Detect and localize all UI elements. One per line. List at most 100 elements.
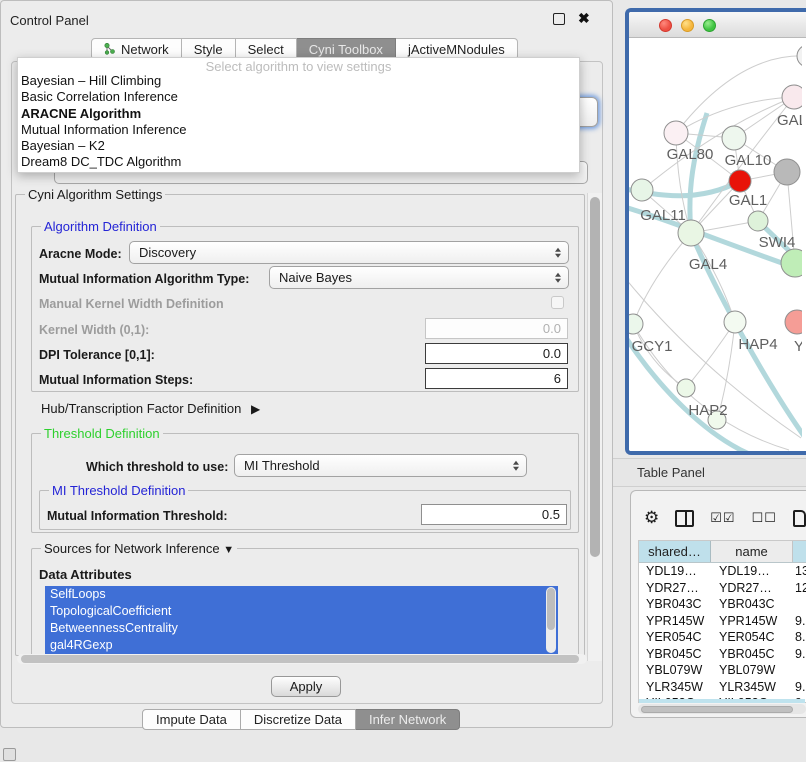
dropdown-item[interactable]: Basic Correlation Inference bbox=[18, 89, 579, 105]
table-toolbar: ⚙ ☑☑ ☐☐ bbox=[644, 506, 806, 530]
table-row[interactable]: YDL19…YDL19…13 bbox=[639, 563, 806, 580]
manual-kernel-width-label: Manual Kernel Width Definition bbox=[39, 297, 224, 311]
node-label: GCY1 bbox=[632, 338, 673, 355]
split-columns-icon[interactable] bbox=[675, 510, 694, 527]
node-label: SWI4 bbox=[759, 234, 796, 251]
column-header-name[interactable]: name bbox=[711, 541, 793, 562]
list-item[interactable]: gal4RGexp bbox=[45, 637, 558, 654]
manual-kernel-width-checkbox[interactable] bbox=[551, 296, 564, 309]
table-row[interactable]: YBL079WYBL079W bbox=[639, 662, 806, 679]
node-gal80[interactable] bbox=[664, 121, 688, 145]
list-item[interactable]: SelfLoops bbox=[45, 586, 558, 603]
zoom-window-icon[interactable] bbox=[703, 19, 716, 32]
node-hap4[interactable] bbox=[724, 311, 746, 333]
mi-algorithm-type-combobox[interactable]: Naive Bayes bbox=[269, 266, 569, 289]
bottom-tabbar: Impute Data Discretize Data Infer Networ… bbox=[142, 709, 460, 730]
which-threshold-label: Which threshold to use: bbox=[86, 460, 228, 474]
cyni-algorithm-settings-label: Cyni Algorithm Settings bbox=[25, 187, 165, 202]
node-label: GAL80 bbox=[667, 146, 714, 163]
node-label: GAL1 bbox=[729, 192, 767, 209]
dropdown-placeholder: Select algorithm to view settings bbox=[18, 58, 579, 73]
mi-steps-field[interactable]: 6 bbox=[425, 368, 568, 389]
mi-threshold-group-label: MI Threshold Definition bbox=[49, 483, 188, 498]
node-red[interactable] bbox=[729, 170, 751, 192]
deselect-all-checkboxes-icon[interactable]: ☐☐ bbox=[752, 510, 777, 526]
tab-infer-network[interactable]: Infer Network bbox=[356, 709, 460, 730]
node-green-large[interactable] bbox=[781, 249, 802, 277]
table-row[interactable]: YER054CYER054C8. bbox=[639, 629, 806, 646]
stepper-icon bbox=[555, 247, 561, 258]
node[interactable] bbox=[797, 45, 802, 67]
table-header-row: shared… name bbox=[639, 541, 806, 563]
node-gray[interactable] bbox=[774, 159, 800, 185]
settings-scrollbar-thumb[interactable] bbox=[590, 197, 600, 557]
table-row[interactable]: YPR145WYPR145W9. bbox=[639, 613, 806, 630]
list-item[interactable]: BetweennessCentrality bbox=[45, 620, 558, 637]
tab-impute-data[interactable]: Impute Data bbox=[142, 709, 241, 730]
data-attributes-label: Data Attributes bbox=[39, 567, 132, 582]
table-row[interactable]: YDR27…YDR27…12 bbox=[639, 580, 806, 597]
stepper-icon bbox=[555, 272, 561, 283]
mi-threshold-field[interactable]: 0.5 bbox=[421, 504, 567, 525]
settings-hscrollbar-thumb[interactable] bbox=[21, 655, 579, 663]
panel-corner-icon[interactable] bbox=[3, 748, 16, 761]
mi-algorithm-type-label: Mutual Information Algorithm Type: bbox=[39, 272, 249, 286]
mi-threshold-label: Mutual Information Threshold: bbox=[47, 509, 228, 523]
data-attributes-list[interactable]: SelfLoops TopologicalCoefficient Between… bbox=[45, 586, 558, 654]
node-salmon[interactable] bbox=[785, 310, 802, 334]
dropdown-item[interactable]: Bayesian – K2 bbox=[18, 138, 579, 154]
network-canvas[interactable]: GAL GAL80 GAL10 GAL1 GAL11 SWI4 GAL4 GCY… bbox=[629, 38, 802, 451]
attributes-scrollbar-thumb[interactable] bbox=[547, 588, 555, 630]
close-panel-icon[interactable]: ✖ bbox=[578, 10, 590, 27]
sources-group-label[interactable]: Sources for Network Inference ▼ bbox=[41, 541, 237, 556]
network-window-titlebar[interactable] bbox=[629, 12, 806, 38]
list-item[interactable]: TopologicalCoefficient bbox=[45, 603, 558, 620]
node-hap2[interactable] bbox=[677, 379, 695, 397]
algorithm-definition-label: Algorithm Definition bbox=[41, 219, 160, 234]
column-header[interactable] bbox=[793, 541, 806, 562]
node-label: GAL10 bbox=[725, 152, 772, 169]
table-hscrollbar-thumb[interactable] bbox=[641, 706, 793, 713]
minimize-window-icon[interactable] bbox=[681, 19, 694, 32]
network-edges-teal bbox=[629, 113, 802, 451]
network-view-window: GAL GAL80 GAL10 GAL1 GAL11 SWI4 GAL4 GCY… bbox=[625, 8, 806, 455]
column-header-shared-name[interactable]: shared… bbox=[639, 541, 711, 562]
dropdown-item[interactable]: Bayesian – Hill Climbing bbox=[18, 73, 579, 89]
hub-definition-toggle[interactable]: Hub/Transcription Factor Definition ▶ bbox=[41, 401, 260, 416]
document-icon[interactable] bbox=[793, 510, 806, 527]
table-row[interactable]: YBR045CYBR045C9. bbox=[639, 646, 806, 663]
dropdown-item[interactable]: Mutual Information Inference bbox=[18, 122, 579, 138]
node-swi4[interactable] bbox=[748, 211, 768, 231]
node-table: shared… name YDL19…YDL19…13 YDR27…YDR27…… bbox=[638, 540, 806, 703]
gear-icon[interactable]: ⚙ bbox=[644, 508, 659, 528]
chevron-down-icon: ▼ bbox=[223, 544, 234, 556]
table-panel-title: Table Panel bbox=[637, 465, 705, 480]
table-row[interactable]: YLR345WYLR345W9. bbox=[639, 679, 806, 696]
apply-button[interactable]: Apply bbox=[271, 676, 341, 697]
node-gal11[interactable] bbox=[631, 179, 653, 201]
close-window-icon[interactable] bbox=[659, 19, 672, 32]
node-label: Y bbox=[794, 338, 802, 355]
tab-network-label: Network bbox=[121, 42, 169, 57]
dropdown-item-selected[interactable]: ARACNE Algorithm bbox=[18, 106, 579, 122]
threshold-definition-label: Threshold Definition bbox=[41, 426, 163, 441]
node-label: GAL11 bbox=[640, 207, 686, 224]
node-gcy1[interactable] bbox=[629, 314, 643, 334]
kernel-width-field[interactable]: 0.0 bbox=[425, 318, 568, 339]
dropdown-item[interactable]: Dream8 DC_TDC Algorithm bbox=[18, 154, 579, 170]
aracne-mode-value: Discovery bbox=[139, 245, 196, 260]
node-gal10[interactable] bbox=[722, 126, 746, 150]
node-label: GAL bbox=[777, 112, 802, 129]
float-panel-icon[interactable] bbox=[553, 13, 565, 25]
which-threshold-combobox[interactable]: MI Threshold bbox=[234, 454, 527, 477]
select-all-checkboxes-icon[interactable]: ☑☑ bbox=[710, 510, 735, 526]
aracne-mode-combobox[interactable]: Discovery bbox=[129, 241, 569, 264]
node-label: HAP2 bbox=[688, 402, 727, 419]
dpi-tolerance-field[interactable]: 0.0 bbox=[425, 343, 568, 364]
chevron-right-icon: ▶ bbox=[251, 402, 260, 416]
aracne-mode-label: Aracne Mode: bbox=[39, 247, 122, 261]
control-panel-title: Control Panel bbox=[10, 13, 89, 28]
table-row[interactable]: YBR043CYBR043C bbox=[639, 596, 806, 613]
node-gal[interactable] bbox=[782, 85, 802, 109]
tab-discretize-data[interactable]: Discretize Data bbox=[241, 709, 356, 730]
